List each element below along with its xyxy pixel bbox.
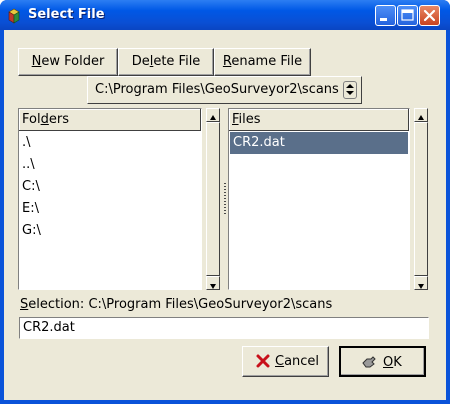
files-scrollbar[interactable] (414, 108, 428, 290)
close-button[interactable] (419, 5, 440, 26)
path-combo[interactable]: C:\Program Files\GeoSurveyor2\scans (87, 76, 362, 104)
folders-scroll-track[interactable] (206, 122, 220, 276)
app-icon (8, 8, 20, 24)
window-title: Select File (28, 7, 105, 22)
title-bar[interactable]: Select File (0, 0, 450, 30)
folder-item-current[interactable]: .\ (19, 132, 201, 154)
minimize-icon (380, 18, 387, 21)
folders-rows: .\ ..\ C:\ E:\ G:\ (19, 132, 201, 242)
selection-path: C:\Program Files\GeoSurveyor2\scans (88, 297, 333, 312)
folder-item-e-drive[interactable]: E:\ (19, 198, 201, 220)
select-file-window: Select File New Folder Delete File Renam… (0, 0, 450, 404)
folders-header-prefix: Fol (22, 112, 41, 127)
folder-item-g-drive[interactable]: G:\ (19, 220, 201, 242)
cancel-label-accel: C (275, 354, 285, 369)
rename-file-label-rest: ename File (231, 54, 303, 69)
selection-input[interactable]: CR2.dat (19, 317, 429, 339)
folders-list[interactable]: Folders .\ ..\ C:\ E:\ G:\ (18, 108, 202, 290)
close-icon (423, 9, 436, 22)
pane-splitter-grip[interactable] (223, 182, 227, 214)
files-rows: CR2.dat (229, 132, 409, 154)
selection-label-rest: election: (28, 297, 85, 312)
cancel-label-rest: ancel (284, 354, 320, 369)
rename-file-button[interactable]: Rename File (214, 48, 311, 76)
file-item-selected[interactable]: CR2.dat (230, 132, 408, 154)
delete-file-label-prefix: De (131, 54, 150, 69)
files-header[interactable]: Files (229, 109, 409, 131)
new-folder-label-accel: N (31, 54, 42, 69)
maximize-button[interactable] (397, 5, 418, 26)
updown-arrow-icon (346, 84, 354, 95)
cancel-x-icon (256, 354, 270, 368)
dialog-body: New Folder Delete File Rename File C:\Pr… (4, 30, 446, 400)
files-scroll-track[interactable] (414, 122, 428, 276)
files-scroll-down[interactable] (414, 276, 428, 290)
folder-item-parent[interactable]: ..\ (19, 154, 201, 176)
path-combo-value: C:\Program Files\GeoSurveyor2\scans (95, 82, 339, 97)
folders-scroll-down[interactable] (206, 276, 220, 290)
ok-label-rest: K (393, 355, 402, 370)
cancel-button[interactable]: Cancel (242, 346, 329, 377)
delete-file-button[interactable]: Delete File (118, 48, 214, 76)
new-folder-label-rest: ew Folder (41, 54, 105, 69)
selection-input-value: CR2.dat (23, 320, 75, 335)
arrow-down-icon (418, 284, 424, 289)
ok-hand-icon (362, 356, 376, 368)
files-scroll-up[interactable] (414, 108, 428, 122)
selection-label: Selection: C:\Program Files\GeoSurveyor2… (20, 297, 332, 312)
delete-file-label-rest: ete File (153, 54, 201, 69)
new-folder-button[interactable]: New Folder (18, 48, 118, 76)
maximize-icon (401, 9, 414, 21)
folder-item-c-drive[interactable]: C:\ (19, 176, 201, 198)
ok-label-accel: O (383, 355, 394, 370)
path-combo-arrow[interactable] (343, 81, 357, 99)
folders-scroll-up[interactable] (206, 108, 220, 122)
folders-header-accel: d (40, 112, 49, 127)
folders-header-rest: ers (48, 112, 69, 127)
files-header-rest: iles (238, 112, 261, 127)
ok-button[interactable]: OK (339, 346, 426, 377)
files-list[interactable]: Files CR2.dat (228, 108, 410, 290)
arrow-down-icon (210, 284, 216, 289)
minimize-button[interactable] (375, 5, 396, 26)
folders-header[interactable]: Folders (19, 109, 201, 131)
folders-scrollbar[interactable] (206, 108, 220, 290)
